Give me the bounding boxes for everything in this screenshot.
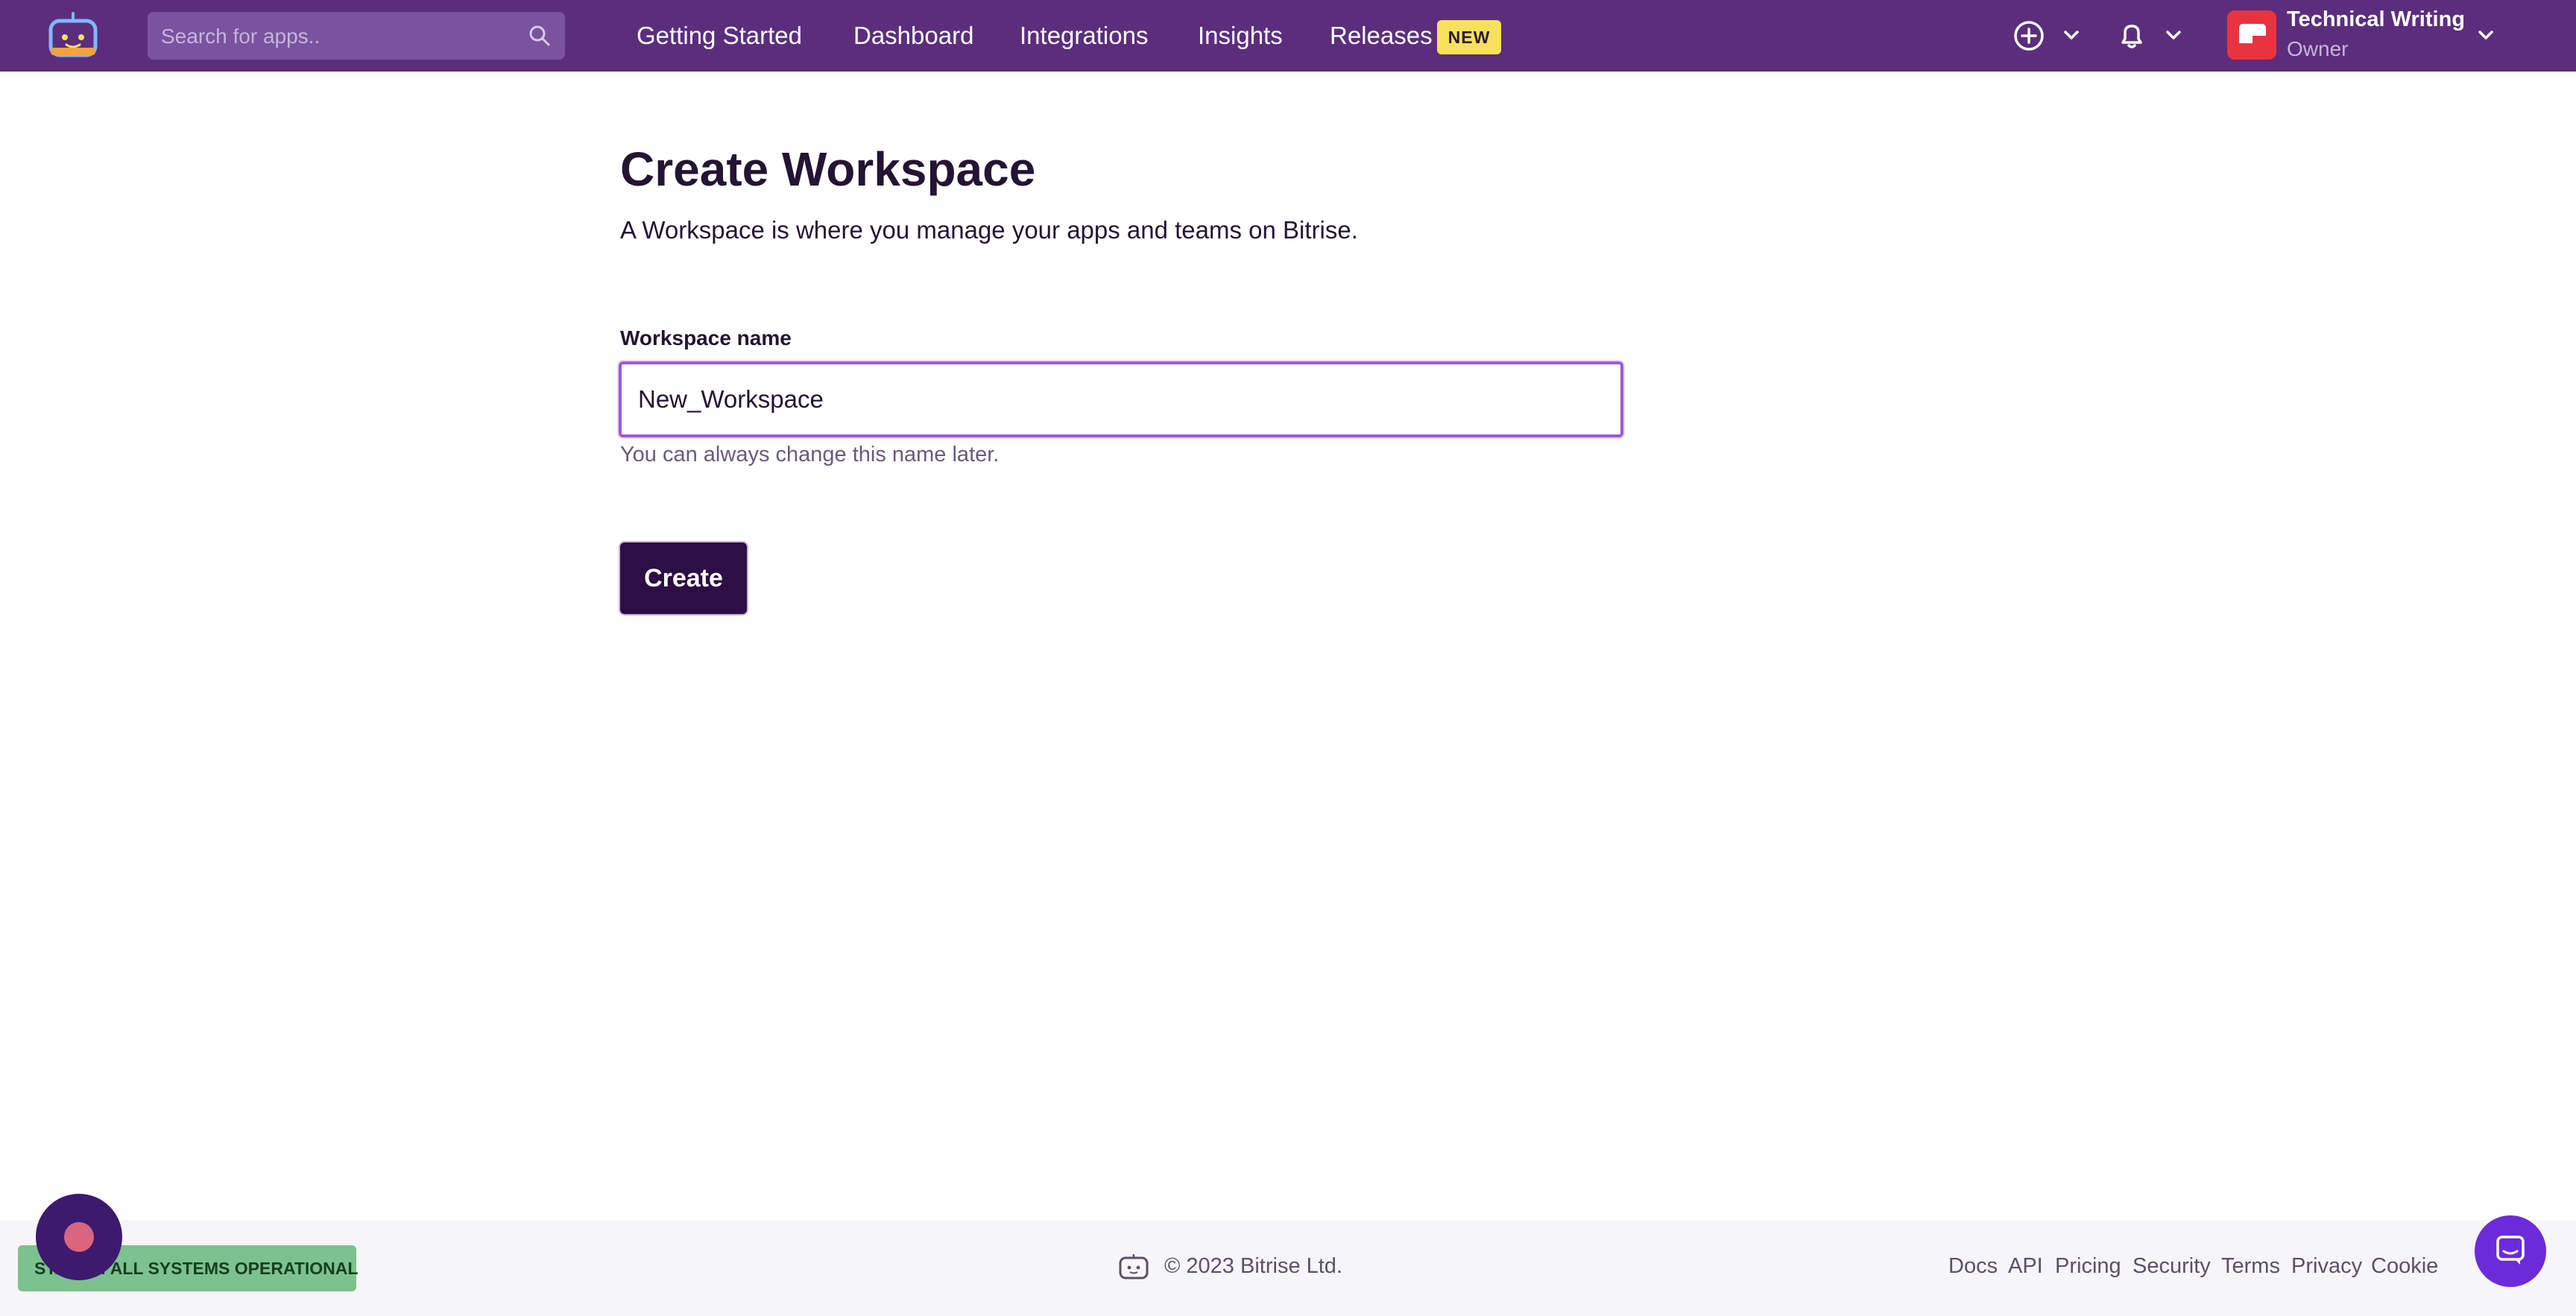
top-navigation-bar: Getting Started Dashboard Integrations I… [0, 0, 2576, 72]
footer-link-security[interactable]: Security [2133, 1254, 2211, 1279]
footer-link-docs[interactable]: Docs [1948, 1254, 1998, 1279]
page-title: Create Workspace [620, 142, 1036, 196]
plus-circle-icon[interactable] [2012, 19, 2045, 56]
workspace-name-label: Workspace name [620, 326, 792, 349]
releases-new-badge: NEW [1437, 20, 1501, 54]
chevron-down-icon[interactable] [2164, 27, 2183, 47]
footer-link-terms[interactable]: Terms [2221, 1254, 2280, 1279]
app-search [148, 12, 565, 61]
copyright-text: © 2023 Bitrise Ltd. [1164, 1254, 1342, 1278]
support-chat-button[interactable] [2475, 1215, 2546, 1287]
nav-releases[interactable]: Releases [1330, 19, 1433, 52]
workspace-name-input[interactable] [619, 361, 1623, 437]
workspace-name-hint: You can always change this name later. [620, 443, 1000, 466]
nav-dashboard[interactable]: Dashboard [853, 19, 973, 52]
footer-link-cookie[interactable]: Cookie [2371, 1254, 2438, 1279]
search-input[interactable] [160, 12, 513, 61]
account-role: Owner [2287, 37, 2349, 60]
chevron-down-icon[interactable] [2062, 27, 2081, 47]
footer-link-api[interactable]: API [2008, 1254, 2043, 1279]
status-dot-icon [64, 1222, 94, 1252]
footer-link-privacy[interactable]: Privacy [2291, 1254, 2362, 1279]
nav-getting-started[interactable]: Getting Started [637, 19, 802, 52]
status-widget-button[interactable] [36, 1194, 122, 1280]
footer: STATUS: ALL SYSTEMS OPERATIONAL © 2023 B… [0, 1220, 2576, 1316]
avatar[interactable] [2227, 10, 2276, 60]
account-name[interactable]: Technical Writing [2287, 7, 2465, 32]
page-description: A Workspace is where you manage your app… [620, 216, 1358, 244]
bitrise-logo-icon[interactable] [46, 12, 100, 58]
nav-integrations[interactable]: Integrations [1020, 19, 1148, 52]
chevron-down-icon[interactable] [2476, 27, 2496, 47]
chat-icon [2496, 1236, 2525, 1265]
nav-insights[interactable]: Insights [1198, 19, 1283, 52]
create-button[interactable]: Create [620, 542, 747, 614]
bell-icon[interactable] [2115, 19, 2148, 56]
bitrise-footer-logo-icon [1118, 1253, 1149, 1280]
footer-link-pricing[interactable]: Pricing [2055, 1254, 2121, 1279]
search-icon[interactable] [528, 24, 552, 48]
